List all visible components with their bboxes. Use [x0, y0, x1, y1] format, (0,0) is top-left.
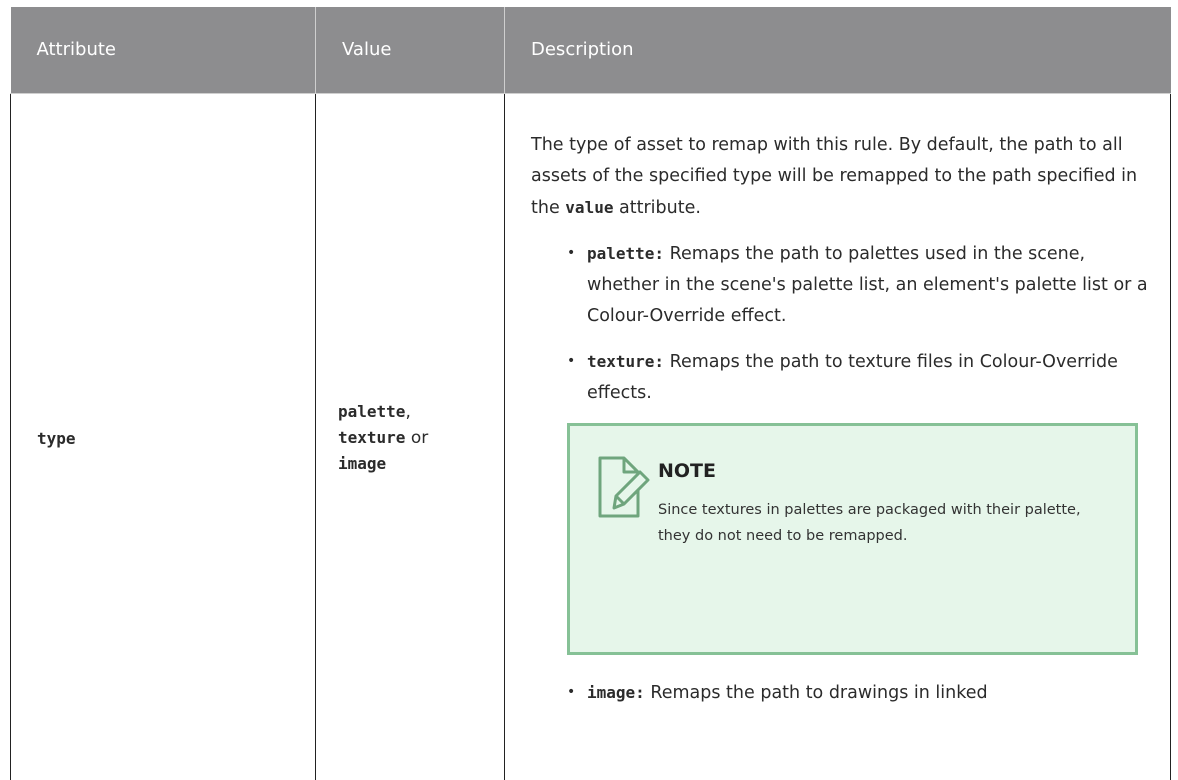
bullet: •	[567, 244, 576, 261]
table-header: Attribute Value Description	[10, 7, 1171, 94]
value-cell: palette, texture or image	[315, 93, 505, 780]
list-item-texture: • texture: Remaps the path to texture fi…	[567, 346, 1150, 409]
note-title: NOTE	[658, 459, 716, 482]
value-separator: ,	[405, 402, 411, 422]
intro-text-end: attribute.	[613, 197, 701, 218]
option-code-texture: texture:	[587, 351, 665, 371]
note-box: NOTE Since textures in palettes are pack…	[567, 422, 1138, 655]
bullet: •	[567, 683, 576, 700]
value-option-palette: palette	[338, 402, 406, 421]
option-list-continued: • image: Remaps the path to drawings in …	[531, 677, 1150, 709]
list-item-image: • image: Remaps the path to drawings in …	[567, 677, 1150, 709]
intro-code-value: value	[565, 197, 614, 217]
table-row: type palette, texture or image The type …	[10, 93, 1171, 780]
value-option-texture: texture	[338, 428, 406, 447]
header-attribute: Attribute	[10, 7, 316, 94]
attribute-table: Attribute Value Description type palette…	[10, 7, 1171, 780]
option-text-image: Remaps the path to drawings in linked	[644, 682, 988, 703]
header-value: Value	[315, 7, 505, 94]
option-text-texture: Remaps the path to texture files in Colo…	[587, 351, 1118, 403]
header-description: Description	[504, 7, 1171, 94]
note-text: Since textures in palettes are packaged …	[658, 501, 1081, 544]
option-code-palette: palette:	[587, 243, 665, 263]
value-separator-or: or	[405, 428, 429, 448]
header-row: Attribute Value Description	[10, 7, 1171, 94]
document-page: Attribute Value Description type palette…	[0, 0, 1178, 780]
description-intro: The type of asset to remap with this rul…	[531, 130, 1150, 224]
note-pencil-icon	[594, 452, 650, 522]
description-cell: The type of asset to remap with this rul…	[504, 93, 1171, 780]
option-code-image: image:	[587, 682, 645, 702]
value-option-image: image	[338, 454, 387, 473]
bullet: •	[567, 352, 576, 369]
list-item-palette: • palette: Remaps the path to palettes u…	[567, 238, 1150, 332]
attribute-cell: type	[10, 93, 316, 780]
option-list: • palette: Remaps the path to palettes u…	[531, 238, 1150, 409]
option-text-palette: Remaps the path to palettes used in the …	[587, 243, 1148, 326]
